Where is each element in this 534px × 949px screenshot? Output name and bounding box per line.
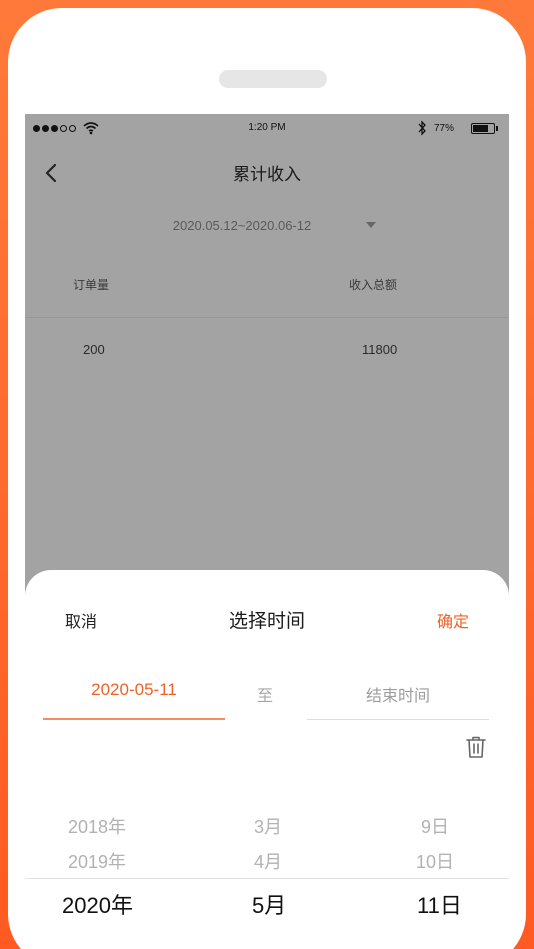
income-header: 收入总额 bbox=[349, 278, 398, 292]
date-picker-sheet: 取消 选择时间 确定 2020-05-11 至 结束时间 2018年 2019年… bbox=[25, 570, 509, 949]
orders-value: 200 bbox=[83, 342, 105, 357]
month-option[interactable]: 3月 bbox=[254, 813, 282, 839]
month-selected[interactable]: 5月 bbox=[252, 888, 286, 920]
trash-icon[interactable] bbox=[464, 734, 488, 760]
range-separator: 至 bbox=[256, 688, 273, 705]
bluetooth-icon bbox=[418, 120, 426, 136]
day-option[interactable]: 9日 bbox=[421, 813, 449, 839]
year-selected[interactable]: 2020年 bbox=[62, 888, 133, 920]
status-bar: 1:20 PM 77% bbox=[25, 114, 509, 142]
phone-screen: 1:20 PM 77% 累计收入 2020.05.12~2020.06-12 订… bbox=[25, 114, 509, 949]
divider bbox=[25, 317, 509, 318]
confirm-button[interactable]: 确定 bbox=[437, 608, 469, 632]
start-date-underline bbox=[43, 718, 225, 720]
orders-header: 订单量 bbox=[73, 278, 110, 292]
date-range-filter[interactable]: 2020.05.12~2020.06-12 bbox=[25, 218, 459, 233]
day-selected[interactable]: 11日 bbox=[417, 888, 462, 920]
battery-level bbox=[473, 125, 488, 132]
caret-down-icon[interactable] bbox=[366, 222, 376, 228]
battery-percent: 77% bbox=[434, 123, 455, 134]
end-date-field[interactable]: 结束时间 bbox=[307, 682, 489, 706]
year-option[interactable]: 2018年 bbox=[68, 813, 126, 839]
battery-icon bbox=[471, 123, 495, 134]
end-date-underline bbox=[307, 719, 489, 720]
month-option[interactable]: 4月 bbox=[254, 848, 282, 874]
day-option[interactable]: 10日 bbox=[416, 848, 454, 874]
income-value: 11800 bbox=[362, 342, 398, 357]
year-option[interactable]: 2019年 bbox=[68, 848, 126, 874]
page-title: 累计收入 bbox=[233, 165, 301, 184]
phone-speaker bbox=[219, 70, 327, 88]
start-date-field[interactable]: 2020-05-11 bbox=[43, 680, 225, 700]
picker-selection-line bbox=[25, 878, 509, 879]
battery-tip bbox=[496, 126, 498, 131]
